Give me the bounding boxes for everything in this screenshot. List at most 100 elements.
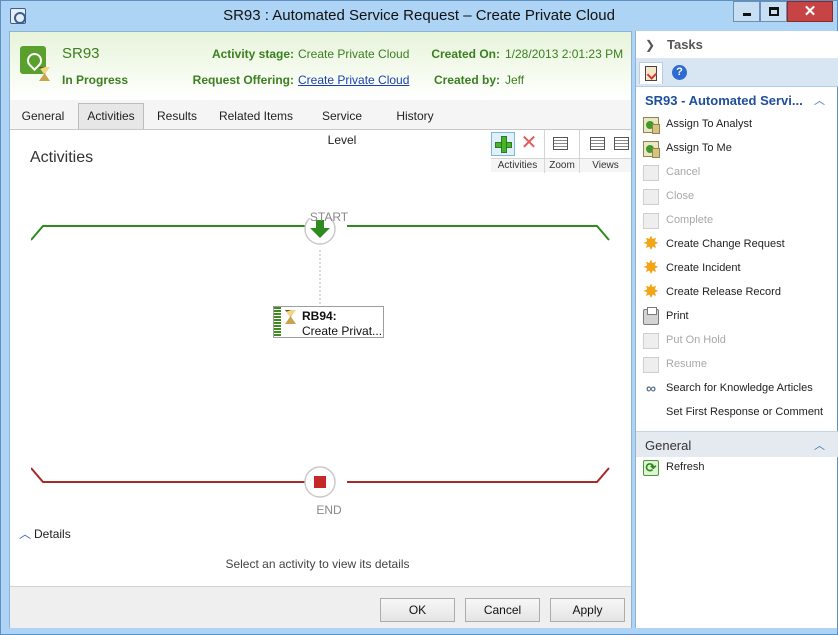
tab-history[interactable]: History bbox=[388, 103, 442, 129]
tab-activities[interactable]: Activities bbox=[78, 103, 144, 129]
activity-card[interactable]: RB94: Create Privat... bbox=[273, 306, 384, 338]
start-label: START bbox=[309, 210, 349, 224]
details-label: Details bbox=[34, 527, 71, 541]
task-create-incident[interactable]: ✸ Create Incident bbox=[636, 257, 838, 281]
chevron-right-icon: ❯ bbox=[645, 38, 656, 52]
tasks-pane: ❯ Tasks ? SR93 - Automated Servi... ︿ As… bbox=[635, 31, 838, 628]
end-label: END bbox=[316, 503, 342, 517]
remove-activity-button[interactable]: ✕ bbox=[517, 132, 541, 156]
window-title: SR93 : Automated Service Request – Creat… bbox=[223, 7, 615, 24]
end-node bbox=[304, 466, 336, 498]
created-on-value: 1/28/2013 2:01:23 PM bbox=[505, 47, 624, 61]
view-tree-button[interactable] bbox=[585, 132, 609, 156]
close-window-button[interactable]: ✕ bbox=[787, 1, 833, 22]
details-toggle[interactable]: ︿ Details bbox=[19, 525, 71, 542]
details-hint: Select an activity to view its details bbox=[225, 557, 410, 571]
general-section[interactable]: General ︿ bbox=[636, 431, 838, 457]
starburst-icon: ✸ bbox=[643, 282, 659, 301]
maximize-icon bbox=[769, 7, 779, 16]
close-icon: ✕ bbox=[803, 3, 817, 20]
tasks-title: Tasks bbox=[667, 37, 703, 52]
tab-related-items[interactable]: Related Items bbox=[212, 103, 300, 129]
chevron-up-icon: ︿ bbox=[814, 95, 825, 107]
delete-icon: ✕ bbox=[520, 132, 538, 154]
record-tasks-section[interactable]: SR93 - Automated Servi... ︿ bbox=[636, 89, 838, 111]
chevron-up-icon: ︿ bbox=[19, 527, 32, 541]
request-offering-label: Request Offering: bbox=[192, 73, 294, 87]
task-create-change-request[interactable]: ✸ Create Change Request bbox=[636, 233, 838, 257]
activity-id: RB94: bbox=[302, 309, 337, 323]
chevron-up-icon: ︿ bbox=[814, 440, 825, 452]
add-activity-button[interactable] bbox=[491, 132, 515, 156]
help-tab[interactable]: ? bbox=[668, 62, 692, 84]
minimize-icon bbox=[743, 13, 751, 16]
activity-stage-value: Create Private Cloud bbox=[298, 47, 410, 61]
activity-name: Create Privat... bbox=[302, 324, 383, 338]
complete-icon bbox=[643, 213, 659, 229]
list-view-icon bbox=[614, 137, 629, 150]
view-list-button[interactable] bbox=[609, 132, 633, 156]
tab-results[interactable]: Results bbox=[150, 103, 204, 129]
title-bar[interactable]: SR93 : Automated Service Request – Creat… bbox=[1, 1, 837, 31]
created-by-label: Created by: bbox=[433, 73, 500, 87]
zoom-button[interactable] bbox=[548, 132, 572, 156]
task-assign-to-analyst[interactable]: Assign To Analyst bbox=[636, 113, 838, 137]
task-search-knowledge-articles[interactable]: ∞ Search for Knowledge Articles bbox=[636, 377, 838, 401]
tab-general[interactable]: General bbox=[14, 103, 72, 129]
created-on-label: Created On: bbox=[431, 47, 500, 61]
assign-user-icon bbox=[643, 141, 660, 158]
created-by-value: Jeff bbox=[505, 73, 525, 87]
tasks-tab[interactable] bbox=[639, 62, 663, 84]
app-window: SR93 : Automated Service Request – Creat… bbox=[0, 0, 838, 635]
clipboard-icon bbox=[645, 66, 657, 81]
task-complete[interactable]: Complete bbox=[636, 209, 838, 233]
activities-toolbar: ✕ Activities Zoom Views bbox=[491, 130, 631, 173]
dialog-footer: OK Cancel Apply bbox=[10, 586, 631, 628]
task-put-on-hold[interactable]: Put On Hold bbox=[636, 329, 838, 353]
views-group-label: Views bbox=[580, 158, 631, 172]
link-icon: ∞ bbox=[646, 380, 656, 396]
activity-stage-label: Activity stage: bbox=[211, 47, 294, 61]
task-resume[interactable]: Resume bbox=[636, 353, 838, 377]
cancel-button[interactable]: Cancel bbox=[465, 598, 540, 622]
printer-icon bbox=[643, 307, 659, 325]
refresh-icon: ⟳ bbox=[643, 460, 659, 476]
task-refresh[interactable]: ⟳ Refresh bbox=[636, 456, 838, 480]
task-create-release-record[interactable]: ✸ Create Release Record bbox=[636, 281, 838, 305]
help-icon: ? bbox=[672, 65, 687, 80]
activities-group-label: Activities bbox=[491, 158, 544, 172]
section-title: SR93 - Automated Servi... bbox=[645, 93, 803, 108]
activity-diagram: START END RB94: Create Privat... bbox=[31, 210, 611, 548]
zoom-icon bbox=[553, 137, 568, 150]
tasks-header[interactable]: ❯ Tasks bbox=[636, 31, 838, 59]
hold-icon bbox=[643, 333, 659, 349]
tree-view-icon bbox=[590, 137, 605, 150]
hourglass-icon bbox=[39, 67, 50, 81]
workflow-lines bbox=[31, 218, 610, 498]
minimize-button[interactable] bbox=[733, 1, 760, 22]
maximize-button[interactable] bbox=[760, 1, 787, 22]
record-status: In Progress bbox=[62, 73, 129, 87]
task-assign-to-me[interactable]: Assign To Me bbox=[636, 137, 838, 161]
assign-user-icon bbox=[643, 117, 660, 134]
activities-heading: Activities bbox=[30, 149, 94, 166]
record-id: SR93 bbox=[62, 45, 100, 62]
tab-strip: General Activities Results Related Items… bbox=[10, 100, 631, 147]
general-title: General bbox=[645, 438, 692, 453]
task-set-first-response[interactable]: Set First Response or Comment bbox=[636, 401, 838, 425]
task-cancel[interactable]: Cancel bbox=[636, 161, 838, 185]
record-header: SR93 In Progress Activity stage: Create … bbox=[10, 32, 631, 100]
resume-icon bbox=[643, 357, 659, 373]
close-task-icon bbox=[643, 189, 659, 205]
apply-button[interactable]: Apply bbox=[550, 598, 625, 622]
starburst-icon: ✸ bbox=[643, 258, 659, 277]
zoom-group-label: Zoom bbox=[545, 158, 579, 172]
hourglass-icon bbox=[285, 310, 296, 324]
request-offering-link[interactable]: Create Private Cloud bbox=[298, 73, 409, 87]
ok-button[interactable]: OK bbox=[380, 598, 455, 622]
cancel-icon bbox=[643, 165, 659, 181]
tab-service-level[interactable]: Service Level bbox=[306, 103, 378, 147]
task-close[interactable]: Close bbox=[636, 185, 838, 209]
task-print[interactable]: Print bbox=[636, 305, 838, 329]
starburst-icon: ✸ bbox=[643, 234, 659, 253]
